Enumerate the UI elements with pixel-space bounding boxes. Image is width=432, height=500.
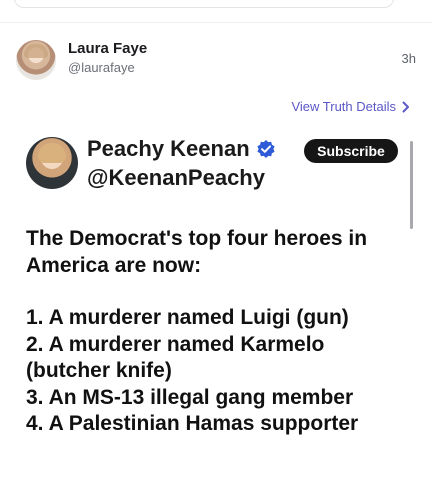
list-item: 2. A murderer named Karmelo [26,332,325,356]
post-time: 3h [401,51,416,66]
view-truth-details-label: View Truth Details [291,99,396,114]
intro-line-2: America are now: [26,253,202,277]
intro-line-1: The Democrat's top four heroes in [26,227,368,250]
scrollbar-thumb[interactable] [410,141,413,229]
embedded-author-handle[interactable]: @KeenanPeachy [87,165,265,191]
author-name[interactable]: Laura Faye [68,40,147,57]
divider [0,22,432,23]
screen: Laura Faye @laurafaye 3h View Truth Deta… [0,0,432,500]
previous-post-card [14,0,394,8]
list-item: 4. A Palestinian Hamas supporter [26,412,359,435]
avatar[interactable] [16,40,56,80]
list-item: (butcher knife) [26,359,172,382]
list-item: 1. A murderer named Luigi (gun) [26,306,349,329]
chevron-right-icon [402,101,409,112]
author-handle[interactable]: @laurafaye [68,60,135,75]
subscribe-button[interactable]: Subscribe [304,139,398,163]
list-item: 3. An MS-13 illegal gang member [26,385,354,409]
embedded-post[interactable]: Peachy Keenan @KeenanPeachy Subscribe Th… [26,132,416,500]
embedded-post-text: The Democrat's top four heroes in Americ… [26,226,406,438]
verified-badge-icon [257,140,275,158]
view-truth-details-link[interactable]: View Truth Details [291,99,410,114]
embedded-author-name[interactable]: Peachy Keenan [87,136,250,162]
post-header: Laura Faye @laurafaye 3h [16,38,416,82]
embedded-author-name-row: Peachy Keenan [87,136,276,162]
embedded-avatar[interactable] [26,137,78,189]
